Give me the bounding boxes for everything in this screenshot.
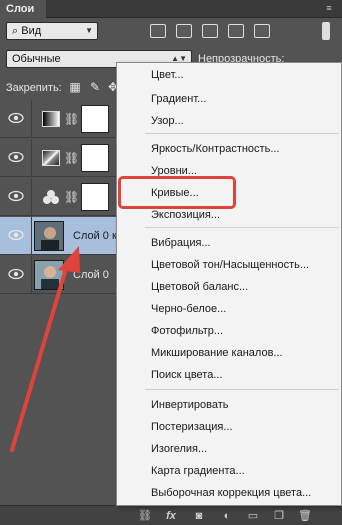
menu-item-pattern[interactable]: Узор... xyxy=(117,111,341,131)
panel-menu-icon[interactable]: ≡ xyxy=(322,2,336,14)
menu-item-brightness-contrast[interactable]: Яркость/Контрастность... xyxy=(117,139,341,159)
filter-smartobject-icon[interactable] xyxy=(254,24,270,38)
layer-thumbnail[interactable] xyxy=(34,221,64,251)
menu-separator xyxy=(145,133,339,134)
eye-icon[interactable] xyxy=(8,268,24,280)
annotation-highlight-box xyxy=(118,176,236,209)
lock-transparency-icon[interactable]: ▦ xyxy=(68,80,82,94)
layer-thumbnail[interactable] xyxy=(34,260,64,290)
menu-item-posterize[interactable]: Постеризация... xyxy=(117,417,341,437)
menu-separator xyxy=(145,227,339,228)
filter-shape-icon[interactable] xyxy=(228,24,244,38)
menu-item-threshold[interactable]: Изогелия... xyxy=(117,439,341,459)
filter-kind-label: Вид xyxy=(21,25,42,37)
column-divider xyxy=(31,178,32,216)
column-divider xyxy=(31,100,32,138)
menu-item-invert[interactable]: Инвертировать xyxy=(117,395,341,415)
filter-toggle[interactable] xyxy=(322,22,330,40)
add-mask-icon[interactable]: ◙ xyxy=(192,509,206,523)
menu-item-selective-color[interactable]: Выборочная коррекция цвета... xyxy=(117,483,341,503)
layer-name[interactable]: Слой 0 xyxy=(73,269,109,281)
column-divider xyxy=(31,256,32,294)
eye-icon[interactable] xyxy=(8,190,24,202)
lock-label: Закрепить: xyxy=(6,82,62,94)
menu-item-vibrance[interactable]: Вибрация... xyxy=(117,233,341,253)
filter-pixel-icon[interactable] xyxy=(150,24,166,38)
filter-kind-select[interactable]: ⌕ Вид ▼ xyxy=(6,22,98,40)
layers-bottom-toolbar: ⛓ fx ◙ ◐ ▭ ❐ 🗑 xyxy=(0,505,342,525)
menu-item-color-lookup[interactable]: Поиск цвета... xyxy=(117,365,341,385)
menu-item-black-white[interactable]: Черно-белое... xyxy=(117,299,341,319)
menu-item-channel-mixer[interactable]: Микширование каналов... xyxy=(117,343,341,363)
column-divider xyxy=(31,139,32,177)
tab-layers[interactable]: Слои xyxy=(0,0,46,18)
menu-item-hue-saturation[interactable]: Цветовой тон/Насыщенность... xyxy=(117,255,341,275)
chain-link-icon[interactable]: ⛓ xyxy=(64,111,79,127)
new-layer-icon[interactable]: ❐ xyxy=(272,509,286,523)
adjustment-layer-icon[interactable]: ◐ xyxy=(220,509,234,523)
chain-link-icon[interactable]: ⛓ xyxy=(64,150,79,166)
gradient-fill-icon xyxy=(42,111,60,127)
filter-adjustment-icon[interactable] xyxy=(176,24,192,38)
new-group-icon[interactable]: ▭ xyxy=(246,509,260,523)
blend-mode-label: Обычные xyxy=(12,53,61,65)
channel-mixer-icon xyxy=(42,189,60,205)
trash-icon[interactable]: 🗑 xyxy=(298,509,312,523)
eye-icon[interactable] xyxy=(8,229,24,241)
menu-item-gradient[interactable]: Градиент... xyxy=(117,89,341,109)
column-divider xyxy=(31,217,32,255)
adjustment-layer-menu: Цвет... Градиент... Узор... Яркость/Конт… xyxy=(116,62,342,506)
link-layers-icon[interactable]: ⛓ xyxy=(138,509,152,523)
layer-mask-thumbnail[interactable] xyxy=(81,183,109,211)
lock-brush-icon[interactable]: ✎ xyxy=(88,80,102,94)
layer-mask-thumbnail[interactable] xyxy=(81,144,109,172)
chevron-down-icon: ▼ xyxy=(85,26,93,35)
panel-titlebar: Слои ≡ xyxy=(0,0,342,18)
menu-item-color[interactable]: Цвет... xyxy=(117,65,341,85)
menu-item-photo-filter[interactable]: Фотофильтр... xyxy=(117,321,341,341)
eye-icon[interactable] xyxy=(8,112,24,124)
eye-icon[interactable] xyxy=(8,151,24,163)
filter-type-icon[interactable] xyxy=(202,24,218,38)
menu-item-gradient-map[interactable]: Карта градиента... xyxy=(117,461,341,481)
fx-icon[interactable]: fx xyxy=(164,509,178,523)
layer-mask-thumbnail[interactable] xyxy=(81,105,109,133)
chain-link-icon[interactable]: ⛓ xyxy=(64,189,79,205)
menu-separator xyxy=(145,389,339,390)
pattern-fill-icon xyxy=(42,150,60,166)
menu-item-color-balance[interactable]: Цветовой баланс... xyxy=(117,277,341,297)
search-icon: ⌕ xyxy=(12,25,19,37)
